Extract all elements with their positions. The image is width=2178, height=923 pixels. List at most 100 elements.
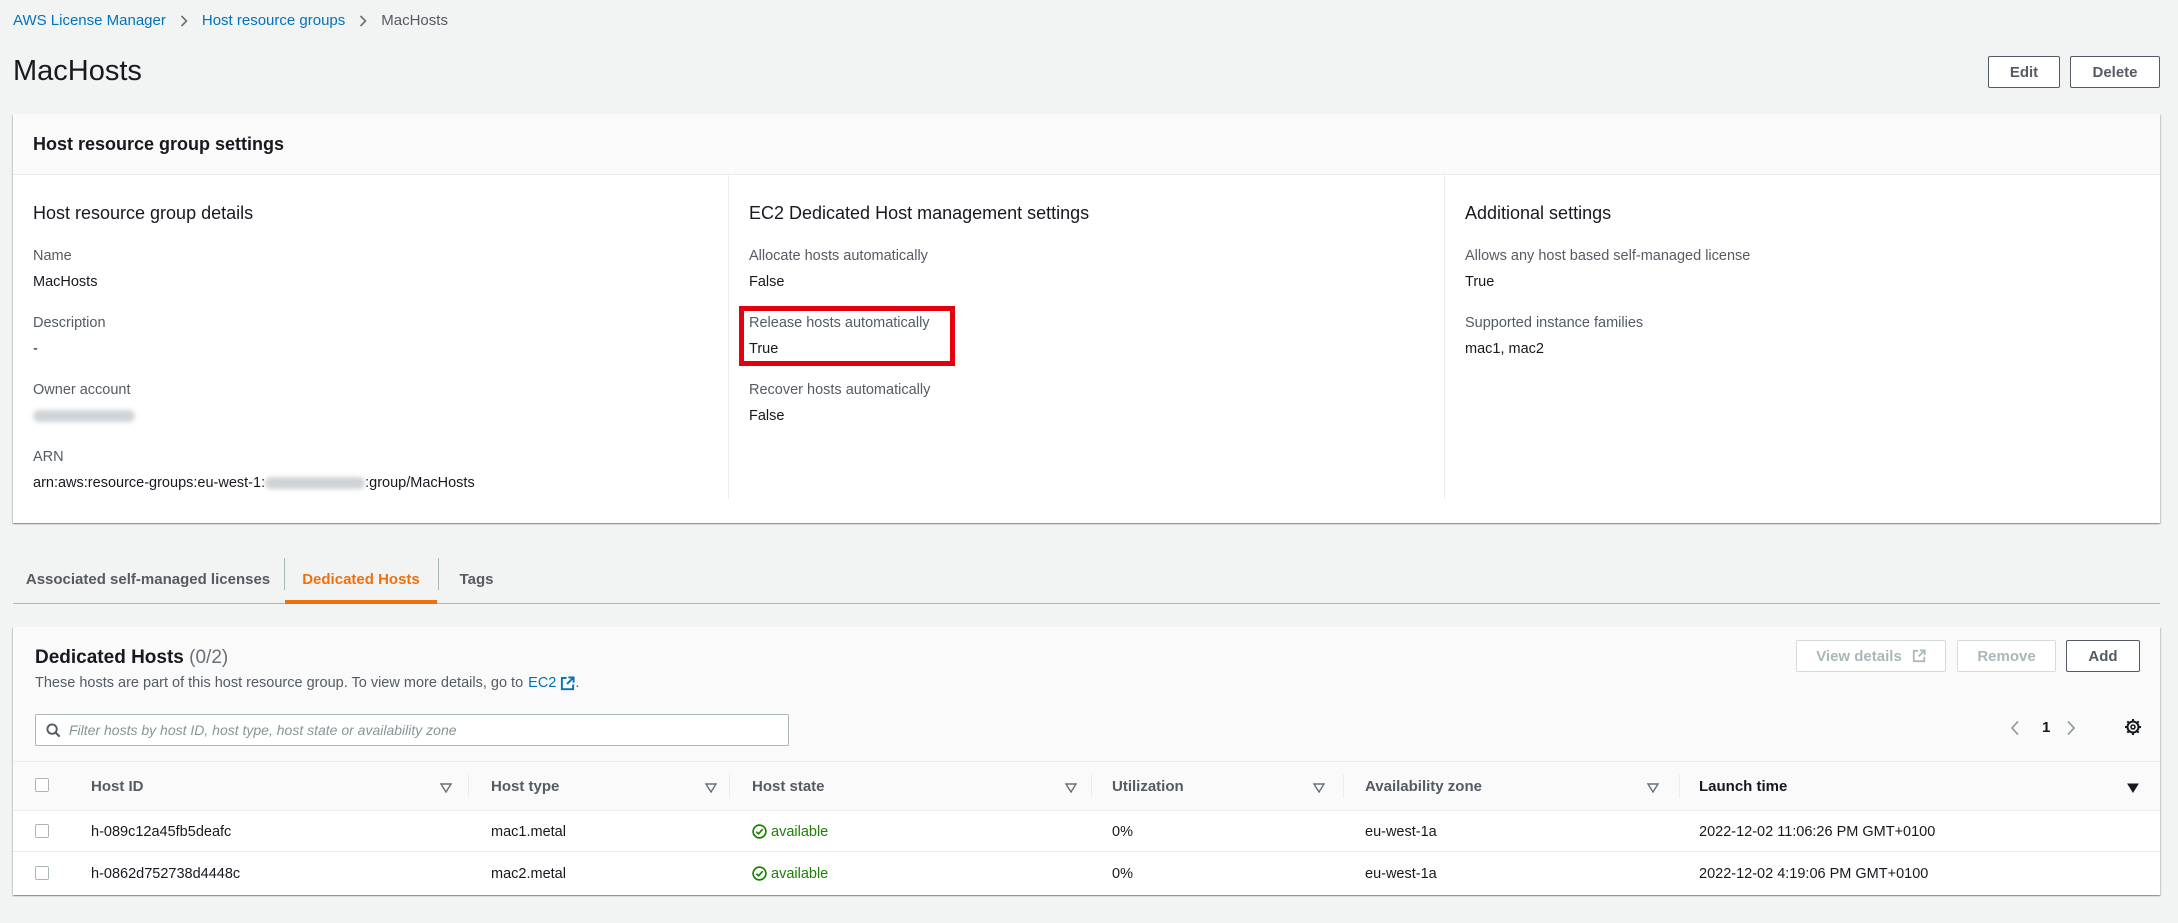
redacted-account-id xyxy=(33,410,135,423)
column-divider xyxy=(468,774,469,798)
view-details-button[interactable]: View details xyxy=(1796,640,1946,672)
additional-settings-heading: Additional settings xyxy=(1465,203,1612,223)
delete-button[interactable]: Delete xyxy=(2070,56,2160,88)
column-host-id[interactable]: Host ID xyxy=(91,762,144,810)
sort-caret-icon[interactable] xyxy=(704,780,718,798)
sort-caret-icon[interactable] xyxy=(1064,780,1078,798)
next-page-icon[interactable] xyxy=(2066,720,2076,736)
host-state-text: available xyxy=(771,823,829,840)
allows-license-label: Allows any host based self-managed licen… xyxy=(1465,248,1751,264)
recover-field: Recover hosts automatically False xyxy=(749,382,930,426)
search-box xyxy=(35,714,789,746)
description-value: - xyxy=(33,341,38,357)
sort-descending-icon[interactable] xyxy=(2127,780,2139,798)
availability-zone-cell: eu-west-1a xyxy=(1365,823,1437,840)
tab-associated-licenses[interactable]: Associated self-managed licenses xyxy=(13,555,283,603)
column-utilization[interactable]: Utilization xyxy=(1112,762,1184,810)
breadcrumb-host-resource-groups[interactable]: Host resource groups xyxy=(202,12,345,29)
column-divider xyxy=(729,774,730,798)
allows-license-value: True xyxy=(1465,274,1495,290)
column-divider xyxy=(1091,774,1092,798)
chevron-right-icon xyxy=(359,14,367,27)
owner-account-field: Owner account xyxy=(33,382,135,426)
column-divider xyxy=(1343,774,1344,798)
allocate-field: Allocate hosts automatically False xyxy=(749,248,928,292)
allocate-value: False xyxy=(749,274,785,290)
table-row[interactable]: h-0862d752738d4448c mac2.metal available… xyxy=(13,853,2160,894)
row-checkbox[interactable] xyxy=(35,866,49,880)
table-row[interactable]: h-089c12a45fb5deafc mac1.metal available… xyxy=(13,811,2160,852)
settings-panel-header: Host resource group settings xyxy=(13,114,2160,175)
host-id-cell: h-0862d752738d4448c xyxy=(91,865,241,882)
tab-bar: Associated self-managed licenses Dedicat… xyxy=(13,555,2160,604)
recover-label: Recover hosts automatically xyxy=(749,382,931,398)
hosts-description: These hosts are part of this host resour… xyxy=(35,675,579,691)
name-value: MacHosts xyxy=(33,274,98,290)
status-success-icon xyxy=(752,866,767,881)
details-heading: Host resource group details xyxy=(33,203,254,223)
description-field: Description - xyxy=(33,315,106,359)
allows-license-field: Allows any host based self-managed licen… xyxy=(1465,248,1750,292)
search-input[interactable] xyxy=(69,716,788,744)
add-button[interactable]: Add xyxy=(2066,640,2140,672)
external-link-icon xyxy=(560,675,575,691)
arn-prefix: arn:aws:resource-groups:eu-west-1: xyxy=(33,475,266,491)
edit-button[interactable]: Edit xyxy=(1988,56,2060,88)
arn-field: ARN arn:aws:resource-groups:eu-west-1: :g… xyxy=(33,449,475,493)
name-field: Name MacHosts xyxy=(33,248,97,292)
breadcrumb: AWS License Manager Host resource groups… xyxy=(13,12,448,29)
column-host-type[interactable]: Host type xyxy=(491,762,559,810)
gear-icon[interactable] xyxy=(2124,718,2142,736)
chevron-right-icon xyxy=(180,14,188,27)
tab-tags[interactable]: Tags xyxy=(439,555,514,603)
instance-families-field: Supported instance families mac1, mac2 xyxy=(1465,315,1643,359)
instance-families-value: mac1, mac2 xyxy=(1465,341,1544,357)
sort-caret-icon[interactable] xyxy=(1646,780,1660,798)
ec2-link[interactable]: EC2 xyxy=(528,675,575,691)
sort-caret-icon[interactable] xyxy=(439,780,453,798)
allocate-label: Allocate hosts automatically xyxy=(749,248,928,264)
table-header: Host ID Host type Host state Utilization… xyxy=(13,761,2160,811)
external-link-icon xyxy=(1912,649,1926,663)
select-all-checkbox[interactable] xyxy=(35,778,49,792)
tab-dedicated-hosts[interactable]: Dedicated Hosts xyxy=(285,555,437,604)
column-divider xyxy=(1679,774,1680,798)
column-availability-zone[interactable]: Availability zone xyxy=(1365,762,1482,810)
column-host-state[interactable]: Host state xyxy=(752,762,825,810)
settings-panel: Host resource group settings Host resour… xyxy=(13,114,2160,523)
row-checkbox[interactable] xyxy=(35,824,49,838)
previous-page-icon[interactable] xyxy=(2010,720,2020,736)
pagination: 1 xyxy=(2010,719,2076,736)
description-label: Description xyxy=(33,315,106,331)
hosts-description-text: These hosts are part of this host resour… xyxy=(35,675,524,691)
redacted-arn-account xyxy=(265,477,366,490)
arn-suffix: :group/MacHosts xyxy=(365,475,475,491)
instance-families-label: Supported instance families xyxy=(1465,315,1644,331)
ec2-link-text: EC2 xyxy=(528,675,557,691)
dedicated-hosts-panel: Dedicated Hosts (0/2) These hosts are pa… xyxy=(13,627,2160,895)
hosts-title-text: Dedicated Hosts xyxy=(35,647,184,668)
highlight-annotation-box xyxy=(739,306,955,366)
page-title: MacHosts xyxy=(13,55,142,87)
column-launch-time[interactable]: Launch time xyxy=(1699,762,1787,810)
view-details-label: View details xyxy=(1816,647,1902,665)
page: AWS License Manager Host resource groups… xyxy=(0,0,2178,923)
current-page-number[interactable]: 1 xyxy=(2042,719,2050,736)
host-id-cell: h-089c12a45fb5deafc xyxy=(91,823,232,840)
arn-label: ARN xyxy=(33,449,64,465)
host-state-cell: available xyxy=(752,811,828,852)
host-state-cell: available xyxy=(752,853,828,894)
additional-settings-column: Additional settings Allows any host base… xyxy=(1445,175,2160,499)
availability-zone-cell: eu-west-1a xyxy=(1365,865,1437,882)
utilization-cell: 0% xyxy=(1112,865,1133,882)
ec2-settings-heading: EC2 Dedicated Host management settings xyxy=(749,203,1090,223)
host-type-cell: mac1.metal xyxy=(491,823,566,840)
breadcrumb-license-manager[interactable]: AWS License Manager xyxy=(13,12,166,29)
arn-value: arn:aws:resource-groups:eu-west-1: :group… xyxy=(33,475,475,493)
owner-account-value xyxy=(33,408,135,426)
name-label: Name xyxy=(33,248,72,264)
sort-caret-icon[interactable] xyxy=(1312,780,1326,798)
owner-account-label: Owner account xyxy=(33,382,131,398)
breadcrumb-current: MacHosts xyxy=(381,12,448,29)
remove-button[interactable]: Remove xyxy=(1957,640,2056,672)
